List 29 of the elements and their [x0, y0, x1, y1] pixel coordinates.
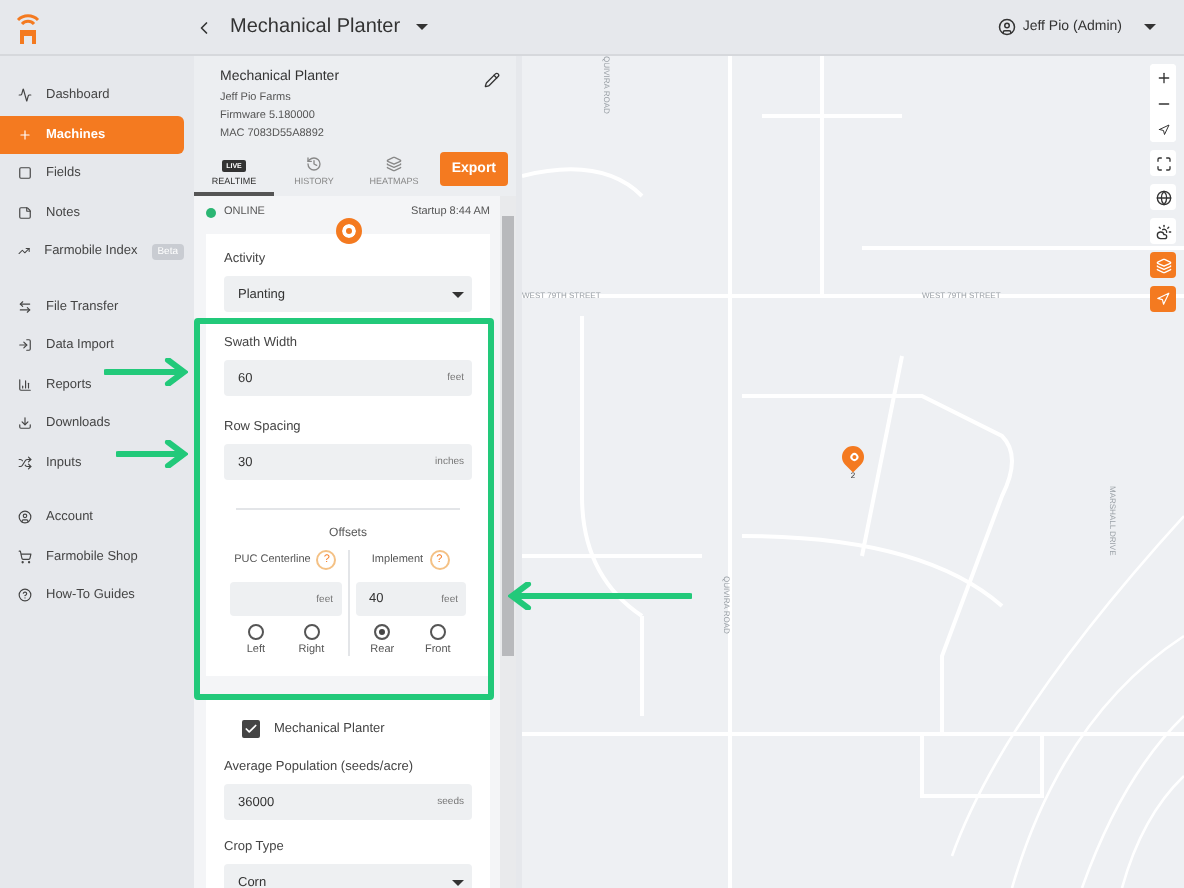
fullscreen-icon [1155, 155, 1171, 171]
location-pin-icon [335, 218, 361, 244]
layers-icon [1155, 257, 1171, 273]
caret-icon [452, 291, 464, 297]
layers-button[interactable] [1150, 252, 1176, 278]
caret-icon[interactable] [416, 24, 429, 30]
checkbox[interactable] [242, 720, 260, 738]
user-icon [998, 18, 1017, 36]
radio-button[interactable] [374, 624, 391, 640]
arrow-annotation [104, 358, 188, 386]
globe-button[interactable] [1150, 184, 1176, 210]
arrow-annotation [116, 440, 188, 468]
caret-icon[interactable] [1144, 24, 1156, 30]
globe-icon [1155, 189, 1171, 205]
page-title[interactable]: Mechanical Planter [230, 16, 401, 38]
radio-button[interactable] [247, 624, 264, 640]
scrollbar[interactable] [500, 196, 516, 888]
weather-button[interactable] [1150, 218, 1176, 244]
fullscreen-button[interactable] [1150, 150, 1176, 176]
compass-icon [1157, 123, 1169, 135]
edit-icon[interactable] [484, 72, 500, 88]
caret-icon [452, 879, 464, 885]
zoom-in-button[interactable] [1150, 64, 1176, 90]
navigation-arrow-icon [1156, 292, 1170, 306]
radio-button[interactable] [303, 624, 320, 640]
logo-icon [16, 11, 40, 43]
plus-icon [1155, 69, 1171, 85]
weather-icon [1155, 223, 1171, 239]
radio-button[interactable] [429, 624, 446, 640]
